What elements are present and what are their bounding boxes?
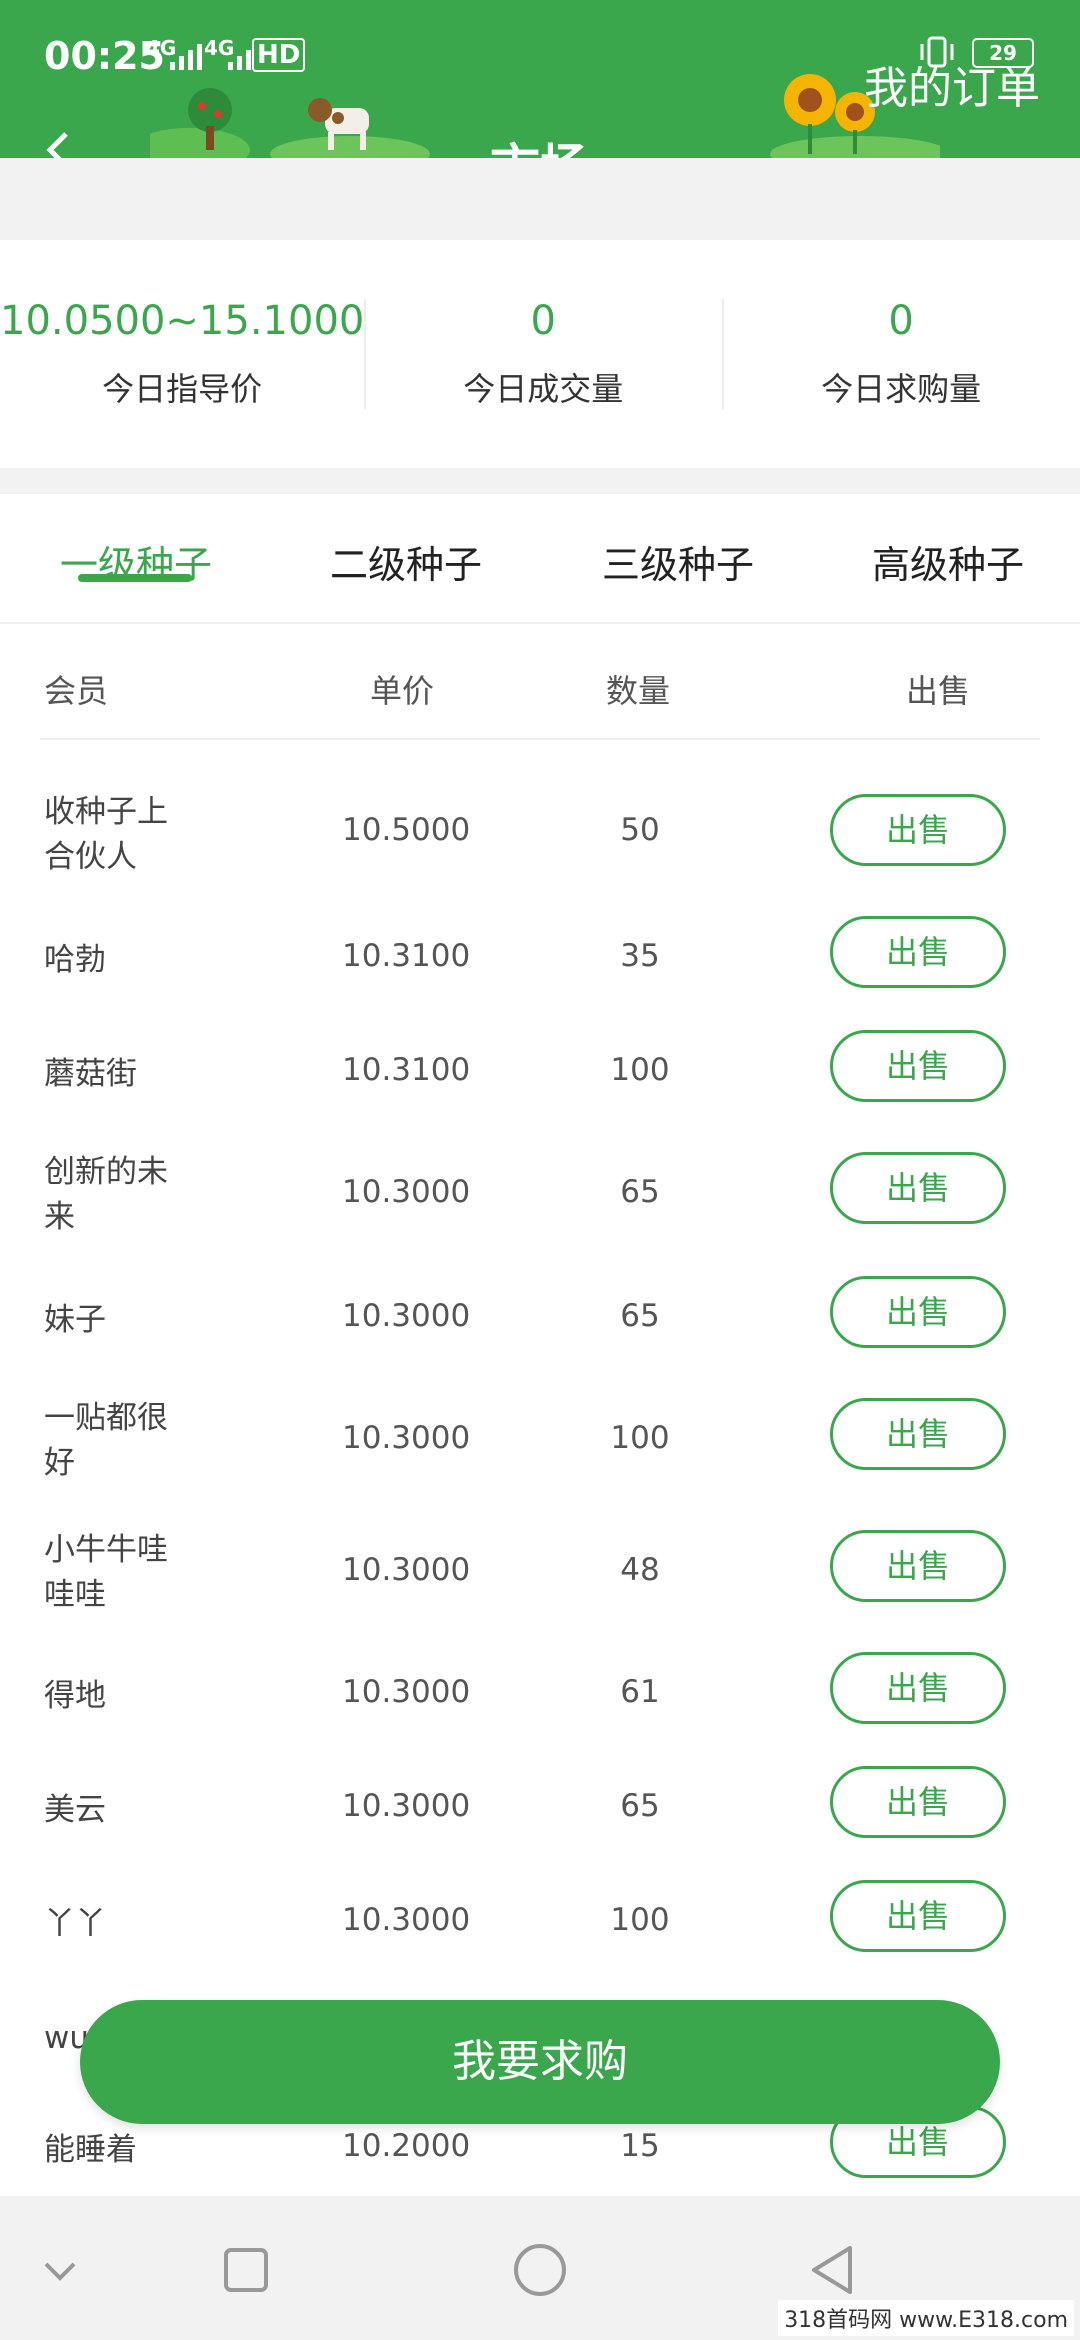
stat-value: 10.0500~15.1000 [0,298,365,344]
row-price: 10.3100 [342,1052,471,1088]
table-row: 美云 10.3000 65 出售 [0,1766,1080,1868]
sell-button[interactable]: 出售 [830,1766,1006,1838]
header-qty: 数量 [606,672,671,710]
row-qty: 50 [620,812,660,848]
row-price: 10.3000 [342,1298,471,1334]
sell-button[interactable]: 出售 [830,794,1006,866]
table-row: 收种子上合伙人 10.5000 50 出售 [0,790,1080,910]
row-price: 10.3000 [342,1788,471,1824]
stat-guide-price: 10.0500~15.1000 今日指导价 [0,279,364,429]
stat-buy-volume: 0 今日求购量 [722,279,1080,429]
tab-level-2[interactable]: 二级种子 [330,534,482,589]
circle-icon[interactable] [510,2240,570,2300]
table-row: 得地 10.3000 61 出售 [0,1652,1080,1754]
header: 00:25 4G 4G HD 29 我的订单 [0,0,1080,158]
row-price: 10.3000 [342,1552,471,1588]
row-member: 妹子 [44,1302,106,1338]
row-price: 10.2000 [342,2128,471,2164]
row-qty: 48 [620,1552,660,1588]
row-qty: 61 [620,1674,660,1710]
row-member: 哈勃 [44,942,106,978]
buy-request-button[interactable]: 我要求购 [80,2000,1000,2124]
row-member: 美云 [44,1792,106,1828]
sell-button[interactable]: 出售 [830,1152,1006,1224]
table-header: 会员 单价 数量 出售 [40,624,1040,740]
header-spacer [0,158,1080,240]
row-qty: 100 [610,1420,670,1456]
signal-icon [170,40,202,70]
row-qty: 65 [620,1788,660,1824]
row-qty: 65 [620,1298,660,1334]
table-row: 一贴都很好 10.3000 100 出售 [0,1396,1080,1516]
table-row: 妹子 10.3000 65 出售 [0,1276,1080,1378]
chevron-down-icon[interactable] [30,2240,90,2300]
sell-button[interactable]: 出售 [830,1652,1006,1724]
row-qty: 65 [620,1174,660,1210]
sell-button[interactable]: 出售 [830,1030,1006,1102]
table-row: 能睡着 10.2000 15 出售 [0,2106,1080,2196]
tab-advanced[interactable]: 高级种子 [872,534,1024,589]
triangle-back-icon[interactable] [804,2240,864,2300]
my-orders-link[interactable]: 我的订单 [864,52,1040,116]
row-member: 丫丫 [44,1906,106,1942]
stat-trade-volume: 0 今日成交量 [364,279,722,429]
row-member: 得地 [44,1678,106,1714]
offers-table: 会员 单价 数量 出售 收种子上合伙人 10.5000 50 出售 哈勃 10.… [0,624,1080,2196]
row-member: 创新的未来 [44,1154,168,1235]
stat-value: 0 [530,298,556,344]
table-row: 丫丫 10.3000 100 出售 [0,1880,1080,1982]
row-price: 10.5000 [342,812,471,848]
stat-value: 0 [888,298,914,344]
row-member: 一贴都很好 [44,1400,168,1481]
page-title: 市场 [0,128,1080,158]
header-member: 会员 [44,672,109,710]
sell-button[interactable]: 出售 [830,1276,1006,1348]
table-row: 小牛牛哇哇哇 10.3000 48 出售 [0,1528,1080,1648]
row-price: 10.3000 [342,1674,471,1710]
row-qty: 100 [610,1052,670,1088]
header-price: 单价 [370,672,435,710]
sell-button[interactable]: 出售 [830,1398,1006,1470]
stat-label: 今日指导价 [102,370,263,408]
row-qty: 15 [620,2128,660,2164]
row-price: 10.3000 [342,1174,471,1210]
row-qty: 100 [610,1902,670,1938]
row-member: 蘑菇街 [44,1056,137,1092]
seed-level-tabs: 一级种子 二级种子 三级种子 高级种子 [0,494,1080,624]
row-member: 能睡着 [44,2132,137,2168]
table-row: 哈勃 10.3100 35 出售 [0,916,1080,1018]
market-stats: 10.0500~15.1000 今日指导价 0 今日成交量 0 今日求购量 [0,240,1080,468]
row-member: 收种子上合伙人 [44,794,168,875]
stat-label: 今日求购量 [821,370,982,408]
sell-button[interactable]: 出售 [830,1530,1006,1602]
hd-badge: HD [252,38,306,72]
row-price: 10.3100 [342,938,471,974]
row-price: 10.3000 [342,1902,471,1938]
watermark: 318首码网 www.E318.com [778,2300,1074,2336]
row-price: 10.3000 [342,1420,471,1456]
table-row: 蘑菇街 10.3100 100 出售 [0,1030,1080,1132]
system-nav-bar: 318首码网 www.E318.com [0,2196,1080,2340]
stat-label: 今日成交量 [463,370,624,408]
market-page: 00:25 4G 4G HD 29 我的订单 10.0500~15.1000 今… [0,0,1080,2340]
active-tab-indicator [78,574,192,582]
tab-level-3[interactable]: 三级种子 [602,534,754,589]
signal-icon-2 [228,40,251,70]
table-row: 创新的未来 10.3000 65 出售 [0,1150,1080,1270]
sell-button[interactable]: 出售 [830,1880,1006,1952]
square-icon[interactable] [216,2240,276,2300]
row-qty: 35 [620,938,660,974]
row-member: 小牛牛哇哇哇 [44,1532,168,1613]
header-action: 出售 [906,672,971,710]
sell-button[interactable]: 出售 [830,916,1006,988]
